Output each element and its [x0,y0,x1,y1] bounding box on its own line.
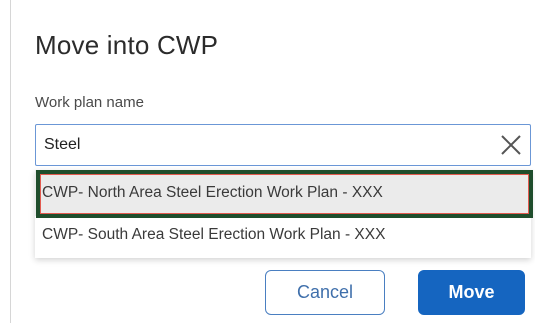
dialog-edge-divider [10,0,11,323]
move-button[interactable]: Move [418,270,525,315]
work-plan-search-field [35,124,531,166]
move-into-cwp-dialog: Move into CWP Work plan name CWP- North … [0,0,535,323]
work-plan-search-input[interactable] [36,125,484,165]
close-icon[interactable] [500,134,522,156]
dialog-title: Move into CWP [35,30,219,60]
work-plan-name-label: Work plan name [35,94,144,111]
suggestion-south-area[interactable]: CWP- South Area Steel Erection Work Plan… [35,216,531,258]
cancel-button[interactable]: Cancel [265,270,385,315]
suggestion-north-area[interactable]: CWP- North Area Steel Erection Work Plan… [35,170,531,216]
work-plan-suggestions: CWP- North Area Steel Erection Work Plan… [35,170,531,258]
